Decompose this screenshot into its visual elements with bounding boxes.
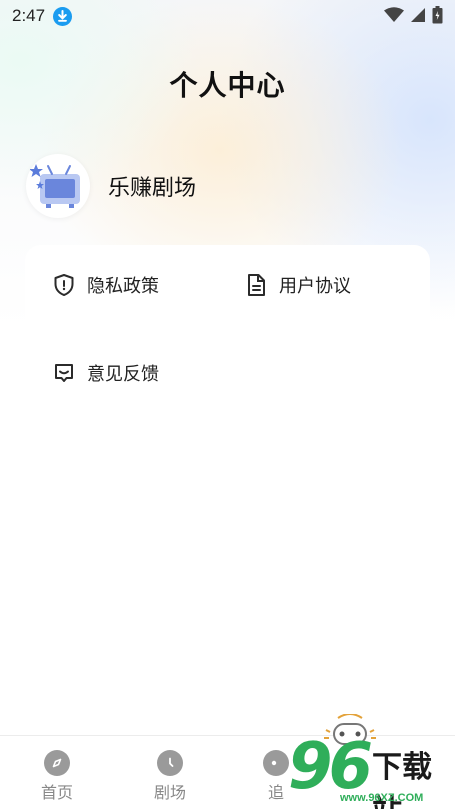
menu-item-label: 隐私政策 <box>87 276 159 297</box>
status-bar: 2:47 <box>0 0 455 32</box>
feedback-icon <box>53 361 75 385</box>
menu-card: 隐私政策 用户协议 意见反馈 <box>25 245 430 435</box>
tv-icon <box>30 164 80 208</box>
wifi-icon <box>384 7 404 27</box>
shield-icon <box>53 273 75 297</box>
nav-item-home[interactable]: 首页 <box>27 750 87 803</box>
menu-item-feedback[interactable]: 意见反馈 <box>53 360 159 386</box>
menu-item-privacy-policy[interactable]: 隐私政策 <box>53 272 159 298</box>
document-icon <box>245 273 267 297</box>
watermark-logo: 96 下载站 www.96XZ.COM <box>280 712 455 809</box>
clock-icon <box>157 750 183 776</box>
compass-icon <box>44 750 70 776</box>
status-time: 2:47 <box>12 6 46 25</box>
profile-section[interactable]: 乐赚剧场 <box>26 154 196 218</box>
watermark-url: www.96XZ.COM <box>340 792 424 804</box>
status-icons <box>384 6 443 28</box>
battery-icon <box>432 6 443 28</box>
page-title: 个人中心 <box>169 69 286 102</box>
profile-name: 乐赚剧场 <box>108 176 197 201</box>
nav-item-theater[interactable]: 剧场 <box>140 750 200 803</box>
download-icon <box>53 6 73 26</box>
signal-icon <box>410 7 426 27</box>
avatar[interactable] <box>26 154 90 218</box>
menu-item-label: 用户协议 <box>279 276 351 297</box>
menu-item-label: 意见反馈 <box>87 364 159 385</box>
nav-item-label: 首页 <box>40 783 73 802</box>
menu-item-user-agreement[interactable]: 用户协议 <box>245 272 351 298</box>
nav-item-label: 剧场 <box>153 783 186 802</box>
